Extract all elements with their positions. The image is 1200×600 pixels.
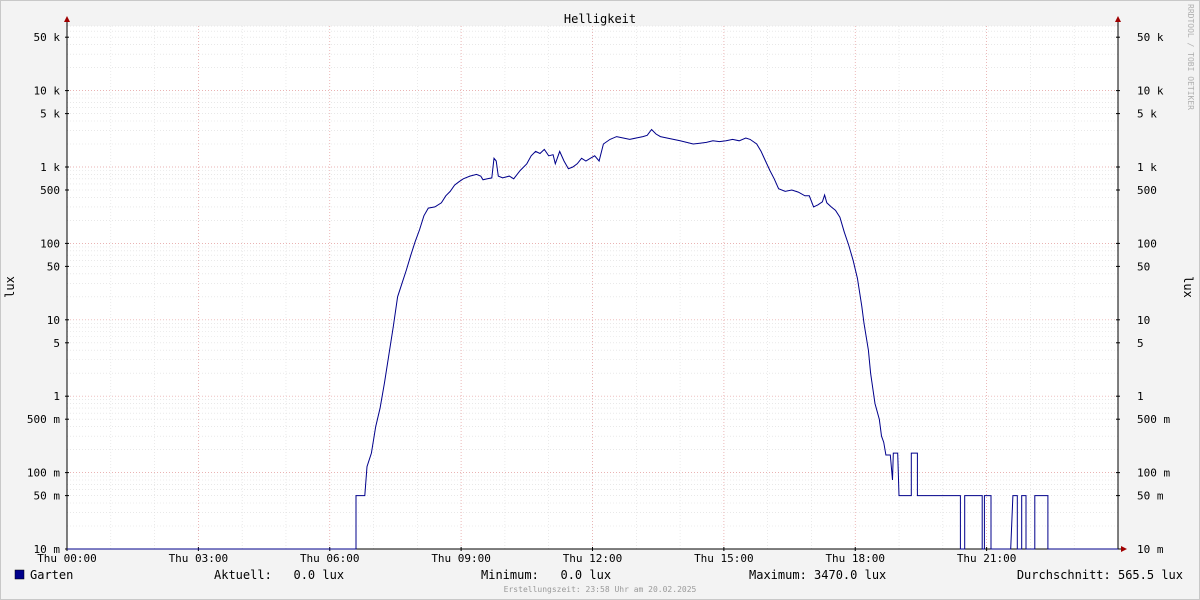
- y-tick-label-left: 50 k: [34, 31, 61, 44]
- y-tick-label-left: 100: [40, 237, 60, 250]
- y-axis-arrow-left: [64, 16, 70, 22]
- y-tick-label-left: 50 m: [34, 490, 61, 503]
- y-tick-label-right: 50 k: [1137, 31, 1164, 44]
- legend-series-name: Garten: [30, 568, 73, 582]
- y-tick-label-right: 5 k: [1137, 108, 1157, 121]
- rrdtool-watermark: RRDTOOL / TOBI OETIKER: [1186, 4, 1195, 110]
- x-tick-label: Thu 21:00: [957, 552, 1017, 565]
- footer-timestamp: Erstellungszeit: 23:58 Uhr am 20.02.2025: [504, 585, 697, 594]
- y-axis-label-right: lux: [1181, 276, 1195, 298]
- x-tick-label: Thu 09:00: [431, 552, 491, 565]
- y-axis-label-left: lux: [3, 276, 17, 298]
- x-axis-arrow: [1121, 546, 1127, 552]
- y-tick-label-right: 1 k: [1137, 161, 1157, 174]
- x-tick-label: Thu 12:00: [563, 552, 623, 565]
- y-tick-label-left: 1 k: [40, 161, 60, 174]
- brightness-chart: 10 m 10 m50 m 50 m100 m 100 m500 m 500 m1 15 5…: [3, 4, 1195, 594]
- y-tick-label-left: 1: [53, 390, 60, 403]
- y-tick-label-right: 500: [1137, 184, 1157, 197]
- y-tick-label-right: 100: [1137, 237, 1157, 250]
- x-tick-label: Thu 15:00: [694, 552, 754, 565]
- y-tick-label-left: 100 m: [27, 467, 60, 480]
- chart-title: Helligkeit: [564, 12, 636, 26]
- legend-current: Aktuell: 0.0 lux: [214, 568, 344, 582]
- y-tick-label-left: 50: [47, 260, 60, 273]
- legend-average: Durchschnitt: 565.5 lux: [1017, 568, 1183, 582]
- y-tick-label-left: 500: [40, 184, 60, 197]
- y-tick-label-right: 10 m: [1137, 543, 1164, 556]
- y-tick-label-left: 10 k: [34, 85, 61, 98]
- y-tick-label-left: 500 m: [27, 413, 60, 426]
- y-tick-label-right: 50 m: [1137, 490, 1164, 503]
- y-tick-label-left: 10: [47, 314, 60, 327]
- y-axis-arrow-right: [1115, 16, 1121, 22]
- y-tick-label-right: 10 k: [1137, 85, 1164, 98]
- y-tick-label-left: 5 k: [40, 108, 60, 121]
- legend-minimum: Minimum: 0.0 lux: [481, 568, 611, 582]
- y-tick-label-right: 1: [1137, 390, 1144, 403]
- y-tick-label-right: 500 m: [1137, 413, 1170, 426]
- legend-swatch-garten: [14, 569, 25, 580]
- grid-layer: [66, 25, 1119, 550]
- y-tick-label-right: 50: [1137, 260, 1150, 273]
- x-tick-label: Thu 03:00: [169, 552, 229, 565]
- legend-maximum: Maximum: 3470.0 lux: [749, 568, 886, 582]
- y-tick-label-left: 5: [53, 337, 60, 350]
- x-tick-label: Thu 06:00: [300, 552, 360, 565]
- x-tick-label: Thu 00:00: [37, 552, 97, 565]
- y-tick-label-right: 5: [1137, 337, 1144, 350]
- y-tick-label-right: 100 m: [1137, 467, 1170, 480]
- y-tick-label-right: 10: [1137, 314, 1150, 327]
- x-tick-label: Thu 18:00: [825, 552, 885, 565]
